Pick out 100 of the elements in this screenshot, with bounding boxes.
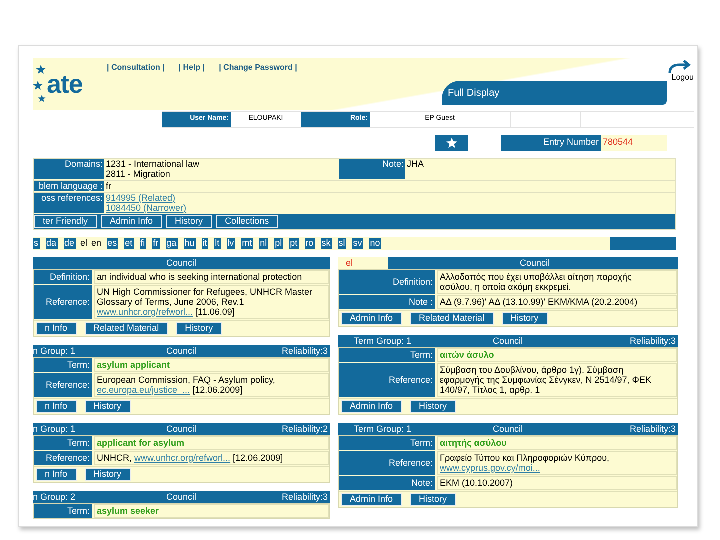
- source-label: Council: [165, 491, 198, 503]
- reference-link[interactable]: www.unhcr.org/refworl...: [134, 453, 231, 463]
- language-tab[interactable]: s: [33, 238, 40, 249]
- value-text: ΕΚΜ (10.10.2007): [440, 478, 514, 488]
- action-button[interactable]: History: [84, 468, 131, 481]
- value-text: [12.06.2009]: [232, 453, 284, 463]
- field-label: Term:: [339, 436, 435, 450]
- reference-link[interactable]: www.cyprus.gov.cy/moi...: [440, 463, 540, 473]
- group-label: n Group: 1: [33, 345, 77, 357]
- language-tab[interactable]: nl: [259, 238, 268, 249]
- action-button[interactable]: Admin Info: [341, 400, 402, 413]
- action-button[interactable]: Admin Info: [341, 493, 402, 506]
- value-text: ΑΔ (9.7.96)' ΑΔ (13.10.99)' ΕΚΜ/ΚΜΑ (20.2.2004): [440, 297, 638, 307]
- field-label: Note:: [339, 159, 405, 179]
- page-title: Full Display: [448, 87, 500, 101]
- value-text: 140/97, Τίτλος 1, αρθρ. 1: [440, 385, 540, 395]
- source-label: Council: [492, 335, 524, 347]
- field-label: Term:: [339, 348, 435, 362]
- language-tab[interactable]: no: [369, 238, 382, 249]
- reference-link[interactable]: ec.europa.eu/justice_...: [97, 385, 190, 395]
- language-tab[interactable]: en: [90, 238, 103, 249]
- value-text: εφαρμογής της Συμφωνίας Σένγκεν, Ν 2514/97, ΦΕΚ: [440, 375, 652, 385]
- language-tab[interactable]: lt: [214, 238, 221, 249]
- field-label: oss references:: [34, 193, 104, 213]
- reliability-label: Reliability:3: [628, 423, 677, 435]
- field-label: Definition:: [34, 270, 92, 284]
- action-button[interactable]: Admin Info: [341, 312, 402, 325]
- favorite-button[interactable]: [435, 134, 468, 150]
- language-tab[interactable]: pt: [289, 238, 299, 249]
- term-text: asylum applicant: [97, 360, 170, 370]
- source-label: Council: [492, 423, 524, 435]
- cross-reference-link[interactable]: 1084450 (Narrower): [106, 203, 187, 213]
- nav-link[interactable]: | Change Password |: [219, 62, 298, 74]
- action-button[interactable]: History: [410, 493, 456, 506]
- language-tab[interactable]: sl: [338, 238, 346, 249]
- field-label: Domains:: [34, 159, 104, 179]
- action-button[interactable]: Related Material: [84, 322, 168, 335]
- language-tab[interactable]: ga: [166, 238, 178, 249]
- language-bar-end: [610, 237, 676, 250]
- action-button[interactable]: History: [84, 400, 131, 413]
- nav-link[interactable]: | Help |: [178, 62, 206, 74]
- reliability-label: Reliability:3: [280, 491, 329, 503]
- term-text: asylum seeker: [97, 506, 160, 516]
- source-label: Council: [165, 423, 198, 435]
- field-label: Note :: [339, 295, 435, 309]
- language-tab[interactable]: fr: [152, 238, 160, 249]
- value-text: [11.06.09]: [194, 307, 235, 317]
- language-tab[interactable]: es: [106, 238, 118, 249]
- language-tab[interactable]: mt: [241, 238, 254, 249]
- source-label: Council: [165, 257, 198, 269]
- language-tab[interactable]: da: [46, 238, 58, 249]
- group-label: Term Group: 1: [353, 423, 413, 435]
- action-button[interactable]: History: [502, 312, 548, 325]
- value-text: [12.06.2009]: [192, 385, 243, 395]
- action-button[interactable]: Admin Info: [101, 215, 162, 228]
- stars-icon: [33, 64, 47, 104]
- language-tab[interactable]: fi: [140, 238, 146, 249]
- field-label: Term:: [34, 504, 92, 518]
- action-button[interactable]: History: [176, 322, 222, 335]
- value-text: UNHCR,: [97, 453, 133, 463]
- value-text: European Commission, FAQ - Asylum policy,: [97, 375, 276, 385]
- nav-link[interactable]: | Consultation |: [107, 62, 165, 74]
- action-button[interactable]: Collections: [216, 215, 278, 228]
- reliability-label: Reliability:3: [280, 345, 329, 357]
- language-tab[interactable]: el: [80, 238, 89, 249]
- action-button[interactable]: History: [166, 215, 212, 228]
- action-button[interactable]: Related Material: [410, 312, 494, 325]
- language-tab[interactable]: lv: [226, 238, 236, 249]
- value-text: Αλλοδαπός που έχει υποβάλλει αίτηση παροχής: [440, 272, 632, 282]
- cross-reference-link[interactable]: 914995 (Related): [106, 193, 187, 203]
- field-label: Term:: [34, 436, 92, 450]
- entry-number-label: Entry Number: [501, 134, 601, 150]
- field-label: Definition:: [339, 270, 435, 294]
- logout-label[interactable]: Logou: [672, 74, 694, 82]
- language-tab[interactable]: it: [202, 238, 208, 249]
- language-tab[interactable]: ro: [304, 238, 315, 249]
- language-tab[interactable]: sk: [320, 238, 332, 249]
- reference-link[interactable]: www.unhcr.org/refworl...: [97, 307, 194, 317]
- field-label: Reference:: [34, 451, 92, 465]
- language-value: fr: [105, 181, 112, 191]
- language-tab[interactable]: sv: [352, 238, 364, 249]
- field-label: Term:: [34, 358, 92, 372]
- language-tab[interactable]: hu: [184, 238, 196, 249]
- action-button[interactable]: n Info: [36, 468, 77, 481]
- field-label: blem language :: [34, 181, 104, 191]
- language-tab[interactable]: de: [64, 238, 76, 249]
- language-tab[interactable]: pl: [274, 238, 284, 249]
- group-label: Term Group: 1: [353, 335, 413, 347]
- group-label: n Group: 1: [33, 423, 77, 435]
- action-button[interactable]: ter Friendly: [34, 215, 98, 228]
- logo-text: ate: [47, 71, 83, 97]
- action-button[interactable]: n Info: [36, 322, 77, 335]
- action-button[interactable]: n Info: [36, 400, 77, 413]
- star-icon: [446, 136, 458, 148]
- term-text: αιτητής ασύλου: [440, 438, 507, 448]
- field-label: Reference:: [34, 285, 92, 319]
- language-tab[interactable]: et: [124, 238, 134, 249]
- reliability-label: Reliability:3: [628, 335, 677, 347]
- action-button[interactable]: History: [410, 400, 456, 413]
- value-text: an individual who is seeking international protection: [97, 272, 302, 282]
